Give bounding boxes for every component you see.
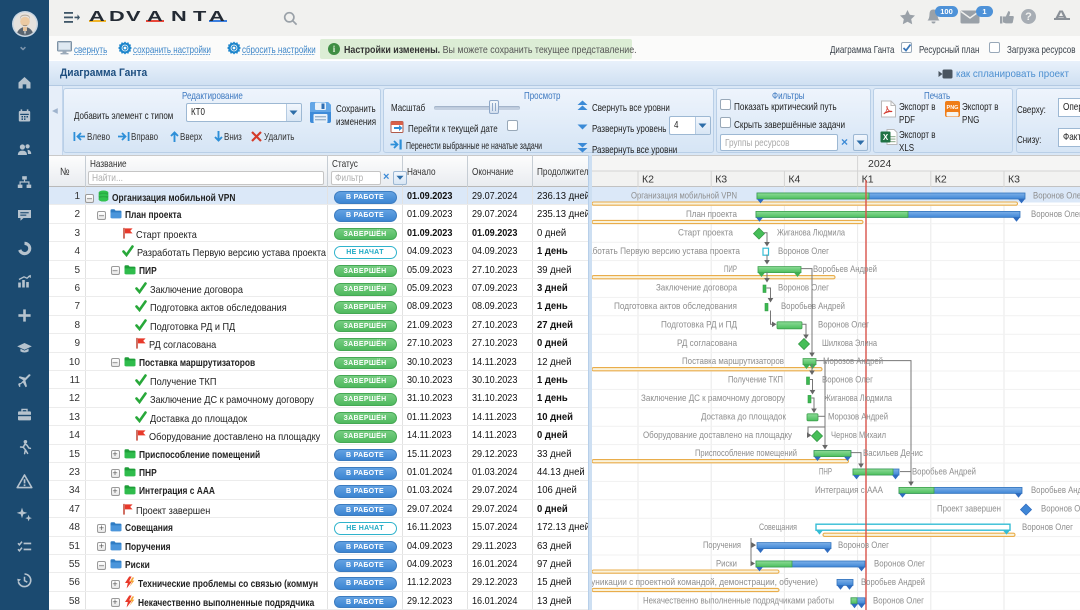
svg-text:План проекта: План проекта bbox=[686, 209, 738, 219]
svg-text:Воронов Олег: Воронов Олег bbox=[778, 283, 830, 293]
svg-text:Риски: Риски bbox=[716, 559, 737, 569]
svg-text:К2: К2 bbox=[935, 174, 947, 186]
svg-text:Воробьев Андрей: Воробьев Андрей bbox=[861, 577, 925, 587]
svg-text:К2: К2 bbox=[642, 174, 654, 186]
svg-text:ПИР: ПИР bbox=[724, 264, 737, 274]
svg-text:К1: К1 bbox=[862, 174, 874, 186]
svg-text:Шилкова Элина: Шилкова Элина bbox=[822, 338, 878, 348]
svg-text:Воробьев Андрей: Воробьев Андрей bbox=[781, 301, 845, 311]
svg-text:Воробьев Андрей: Воробьев Андрей bbox=[912, 467, 976, 477]
svg-text:К3: К3 bbox=[1008, 174, 1020, 186]
svg-text:К4: К4 bbox=[788, 174, 800, 186]
svg-text:2024: 2024 bbox=[868, 158, 892, 170]
svg-text:К3: К3 bbox=[715, 174, 727, 186]
svg-text:ПНР: ПНР bbox=[819, 467, 832, 477]
svg-text:Приспособление помещений: Приспособление помещений bbox=[695, 448, 797, 458]
svg-text:Чернов Михаил: Чернов Михаил bbox=[831, 430, 886, 440]
svg-text:Поставка маршрутизаторов: Поставка маршрутизаторов bbox=[682, 356, 784, 366]
svg-text:Разработать Первую версию уста: Разработать Первую версию устава проекта bbox=[592, 246, 741, 256]
svg-text:Жиганова Людмила: Жиганова Людмила bbox=[824, 393, 893, 403]
svg-text:Доставка до площадок: Доставка до площадок bbox=[701, 411, 787, 421]
svg-text:Заключение договора: Заключение договора bbox=[656, 283, 738, 293]
svg-text:Воронов Олег: Воронов Олег bbox=[874, 559, 926, 569]
svg-text:Воронов Олег: Воронов Олег bbox=[822, 375, 874, 385]
svg-text:Воронов Олег: Воронов Олег bbox=[838, 540, 890, 550]
svg-text:Воронов Олег: Воронов Олег bbox=[1022, 522, 1074, 532]
svg-text:Поручения: Поручения bbox=[703, 540, 741, 550]
svg-text:Морозов Андрей: Морозов Андрей bbox=[828, 411, 888, 421]
svg-text:Морозов Андрей: Морозов Андрей bbox=[823, 356, 883, 366]
svg-text:Воронов Олег: Воронов Олег bbox=[1031, 209, 1080, 219]
svg-text:Оборудование доставлено на пло: Оборудование доставлено на площадку bbox=[643, 430, 792, 440]
svg-text:X: X bbox=[883, 133, 889, 142]
svg-text:Васильев Денис: Васильев Денис bbox=[863, 448, 923, 458]
svg-text:Воронов Олег: Воронов Олег bbox=[873, 595, 925, 605]
svg-text:Совещания: Совещания bbox=[759, 522, 797, 532]
svg-text:Воронов Олег: Воронов Олег bbox=[778, 246, 830, 256]
svg-text:РД согласована: РД согласована bbox=[677, 338, 738, 348]
svg-text:PNG: PNG bbox=[947, 105, 959, 111]
svg-text:Воронов Олег: Воронов Олег bbox=[818, 319, 870, 329]
svg-text:Технические проблемы со связью: Технические проблемы со связью (коммуник… bbox=[592, 577, 818, 587]
svg-text:Получение ТКП: Получение ТКП bbox=[728, 375, 783, 385]
svg-text:Подготовка РД и ПД: Подготовка РД и ПД bbox=[661, 319, 738, 329]
svg-text:Воробьев Андрей: Воробьев Андрей bbox=[1031, 485, 1080, 495]
svg-text:Воронов Олег: Воронов Олег bbox=[1041, 503, 1080, 513]
svg-text:Организация мобильной VPN: Организация мобильной VPN bbox=[631, 191, 737, 201]
svg-text:Воробьев Андрей: Воробьев Андрей bbox=[813, 264, 877, 274]
svg-text:Проект завершен: Проект завершен bbox=[937, 503, 1001, 513]
svg-text:Некачественно выполненные подр: Некачественно выполненные подрядчиками р… bbox=[643, 595, 834, 605]
svg-text:Интеграция с ААА: Интеграция с ААА bbox=[815, 485, 884, 495]
svg-text:Заключение ДС к рамочному дого: Заключение ДС к рамочному договору bbox=[641, 393, 785, 403]
svg-text:Воронов Олег: Воронов Олег bbox=[1033, 191, 1080, 201]
svg-text:Подготовка актов обследования: Подготовка актов обследования bbox=[614, 301, 737, 311]
svg-text:Жиганова Людмила: Жиганова Людмила bbox=[777, 227, 846, 237]
svg-text:Старт проекта: Старт проекта bbox=[678, 227, 734, 237]
